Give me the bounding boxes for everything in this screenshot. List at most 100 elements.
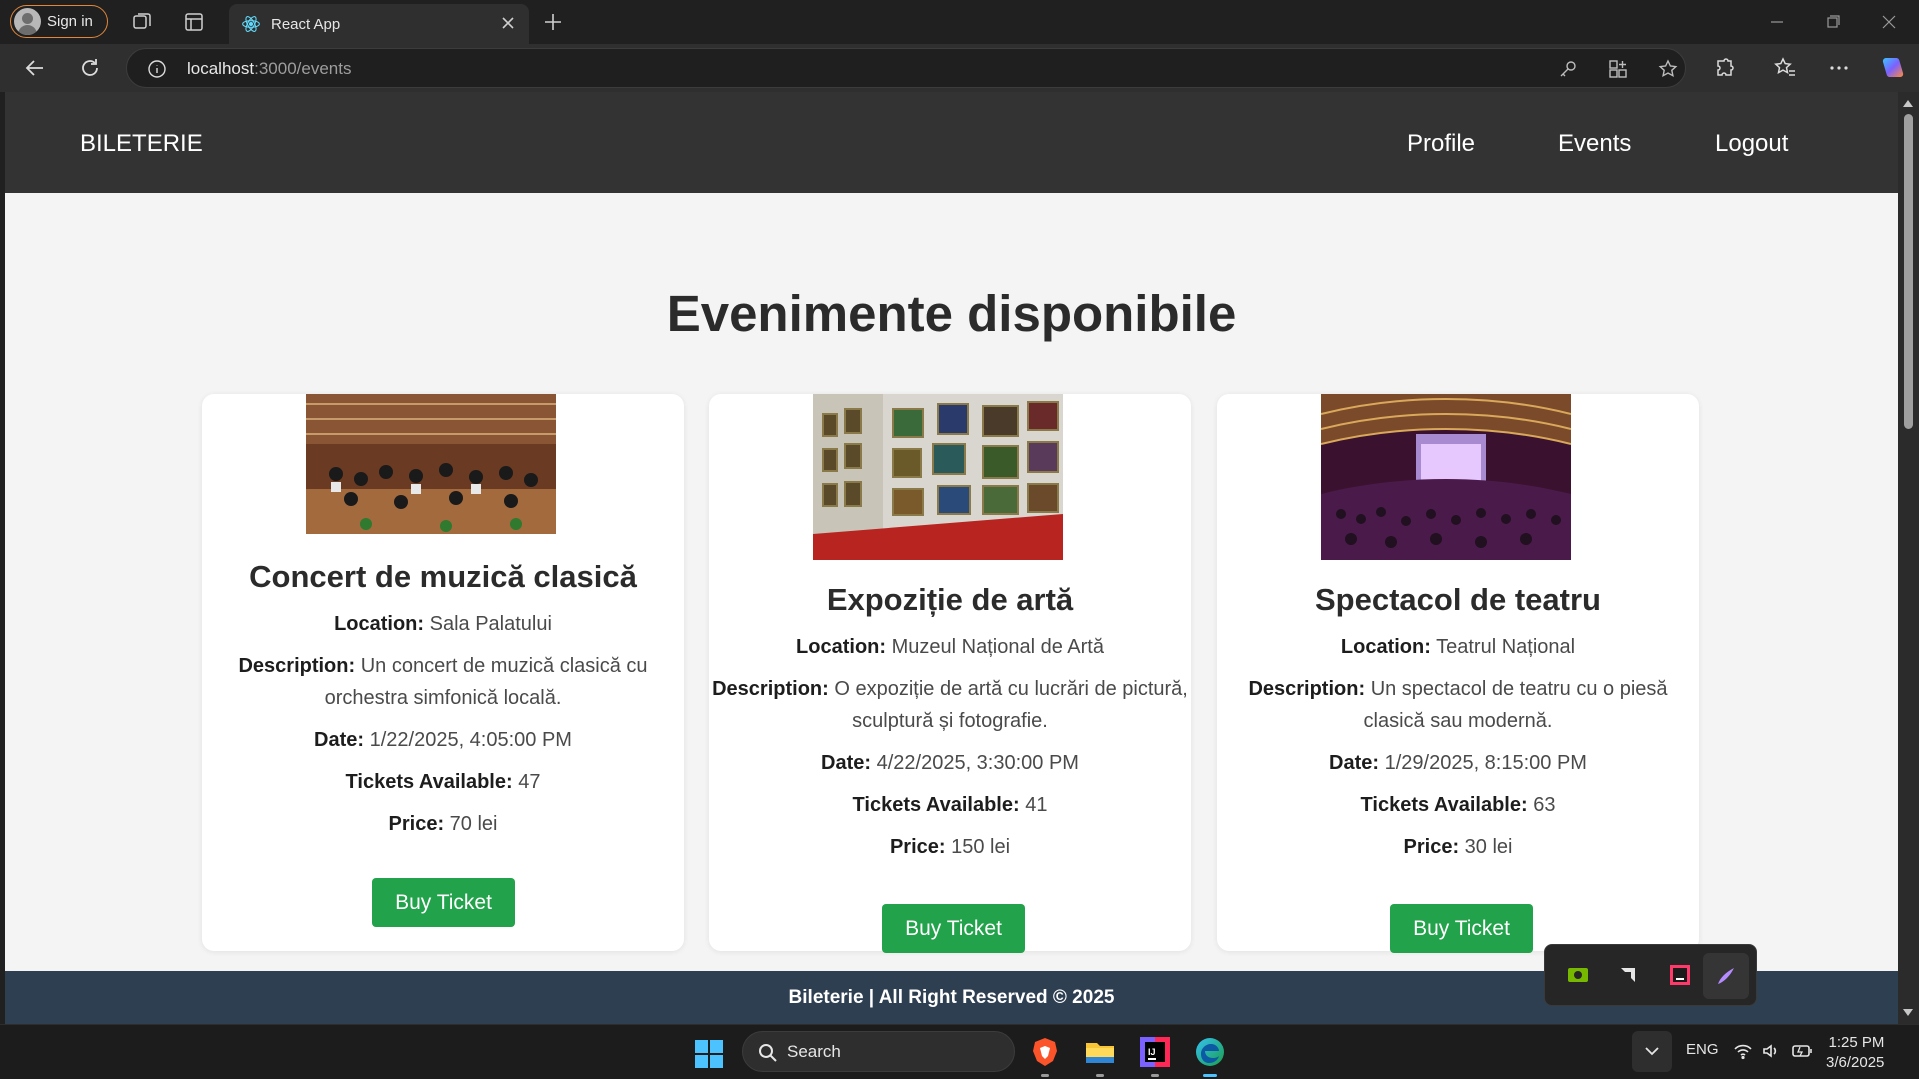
minimize-icon[interactable] [1765,10,1789,34]
date-value: 1/22/2025, 4:05:00 PM [369,729,572,751]
jetbrains-toolbox-icon[interactable] [1667,962,1693,988]
restore-icon[interactable] [1821,10,1845,34]
description-value-line1: Un concert de muzică clasică cu [360,655,648,677]
edge-browser-icon[interactable] [1193,1035,1227,1069]
event-title: Spectacol de teatru [1315,582,1601,617]
language-indicator[interactable]: ENG [1686,1041,1719,1058]
event-description: Description: Un spectacol de teatru cu o… [1217,673,1699,737]
scroll-down-icon[interactable] [1903,1009,1913,1016]
event-location: Location: Muzeul Național de Artă [709,631,1191,663]
brave-browser-icon[interactable] [1028,1035,1062,1069]
location-label: Location: [334,613,425,635]
workspaces-icon[interactable] [130,10,154,34]
clock-time: 1:25 PM [1828,1034,1885,1051]
clock-date: 3/6/2025 [1826,1054,1885,1071]
running-indicator [1096,1074,1104,1077]
site-info-icon[interactable] [147,59,167,79]
location-value: Muzeul Național de Artă [891,636,1104,658]
windows-taskbar: Search IJ ENG 1:25 PM 3/6/2025 [0,1024,1919,1079]
url-text: localhost:3000/events [187,59,351,79]
description-label: Description: [1248,678,1366,700]
url-field[interactable]: localhost:3000/events [126,48,1686,88]
art-exhibition-image [813,394,1063,560]
buy-ticket-button[interactable]: Buy Ticket [1390,904,1533,953]
svg-text:IJ: IJ [1148,1047,1156,1057]
event-title: Expoziție de artă [826,582,1074,617]
profile-avatar-icon [14,8,41,35]
sign-in-button[interactable]: Sign in [10,5,108,38]
tab-react-app[interactable]: React App [229,4,529,44]
feather-pen-icon [1718,968,1734,984]
browser-tab-bar: Sign in React App [0,0,1919,44]
password-key-icon[interactable] [1557,58,1579,80]
scroll-up-icon[interactable] [1903,100,1913,107]
nav-logout[interactable]: Logout [1715,130,1788,158]
favorite-star-icon[interactable] [1657,58,1679,80]
page-viewport: BILETERIE Profile Events Logout Evenimen… [5,92,1898,1024]
event-date: Date: 1/29/2025, 8:15:00 PM [1217,747,1699,779]
price-label: Price: [889,836,946,858]
description-value-line2: clasică sau modernă. [1363,710,1553,732]
url-host: localhost [187,59,255,78]
close-window-icon[interactable] [1877,10,1901,34]
description-value-line2: sculptură și fotografie. [852,710,1048,732]
description-value-line2: orchestra simfonică locală. [324,687,562,709]
buy-ticket-button[interactable]: Buy Ticket [372,878,515,927]
location-label: Location: [1340,636,1431,658]
vertical-tabs-icon[interactable] [182,10,206,34]
nav-events[interactable]: Events [1558,130,1631,158]
volume-icon[interactable] [1761,1041,1781,1061]
extensions-icon[interactable] [1712,55,1738,81]
wifi-icon[interactable] [1733,1041,1753,1061]
windows-start-icon[interactable] [694,1039,724,1069]
page-title: Evenimente disponibile [666,285,1237,342]
nvidia-icon[interactable] [1565,962,1591,988]
event-card: Concert de muzică clasică Location: Sala… [202,394,684,951]
battery-icon[interactable] [1791,1041,1813,1061]
apps-icon[interactable] [1607,58,1629,80]
tickets-value: 63 [1533,794,1556,816]
location-label: Location: [796,636,887,658]
nav-profile[interactable]: Profile [1407,130,1475,158]
taskbar-search[interactable]: Search [742,1031,1015,1072]
brand-logo[interactable]: BILETERIE [80,130,203,158]
copilot-icon[interactable] [1880,55,1906,81]
scroll-thumb[interactable] [1904,114,1913,429]
more-options-icon[interactable] [1826,55,1852,81]
tab-title: React App [271,15,341,33]
intellij-idea-icon[interactable]: IJ [1138,1035,1172,1069]
price-value: 30 lei [1464,836,1513,858]
event-card: Spectacol de teatru Location: Teatrul Na… [1217,394,1699,953]
close-tab-icon[interactable] [499,14,517,32]
price-label: Price: [1403,836,1460,858]
description-label: Description: [238,655,356,677]
system-clock[interactable]: 1:25 PM 3/6/2025 [1826,1033,1884,1073]
search-placeholder: Search [787,1042,841,1061]
date-value: 4/22/2025, 3:30:00 PM [876,752,1079,774]
tickets-value: 47 [518,771,541,793]
price-value: 70 lei [449,813,498,835]
file-explorer-icon[interactable] [1083,1035,1117,1069]
date-label: Date: [1329,752,1380,774]
description-label: Description: [712,678,829,700]
price-label: Price: [388,813,445,835]
event-tickets: Tickets Available: 47 [202,766,684,798]
favorites-icon[interactable] [1772,55,1798,81]
refresh-icon[interactable] [77,55,103,81]
active-indicator [1203,1074,1217,1077]
show-hidden-icons-chevron-icon[interactable] [1632,1031,1672,1072]
event-description: Description: O expoziție de artă cu lucr… [709,673,1191,737]
amd-icon[interactable] [1615,962,1641,988]
date-label: Date: [314,729,365,751]
buy-ticket-button[interactable]: Buy Ticket [882,904,1025,953]
event-location: Location: Sala Palatului [202,608,684,640]
event-card: Expoziție de artă Location: Muzeul Națio… [709,394,1191,953]
url-path: :3000/events [254,59,352,78]
date-label: Date: [821,752,872,774]
page-scrollbar[interactable] [1898,92,1919,1024]
new-tab-icon[interactable] [540,9,566,35]
tickets-label: Tickets Available: [345,771,513,793]
tray-item-highlight[interactable] [1703,953,1749,999]
back-arrow-icon[interactable] [22,55,48,81]
react-logo-icon [242,16,260,32]
